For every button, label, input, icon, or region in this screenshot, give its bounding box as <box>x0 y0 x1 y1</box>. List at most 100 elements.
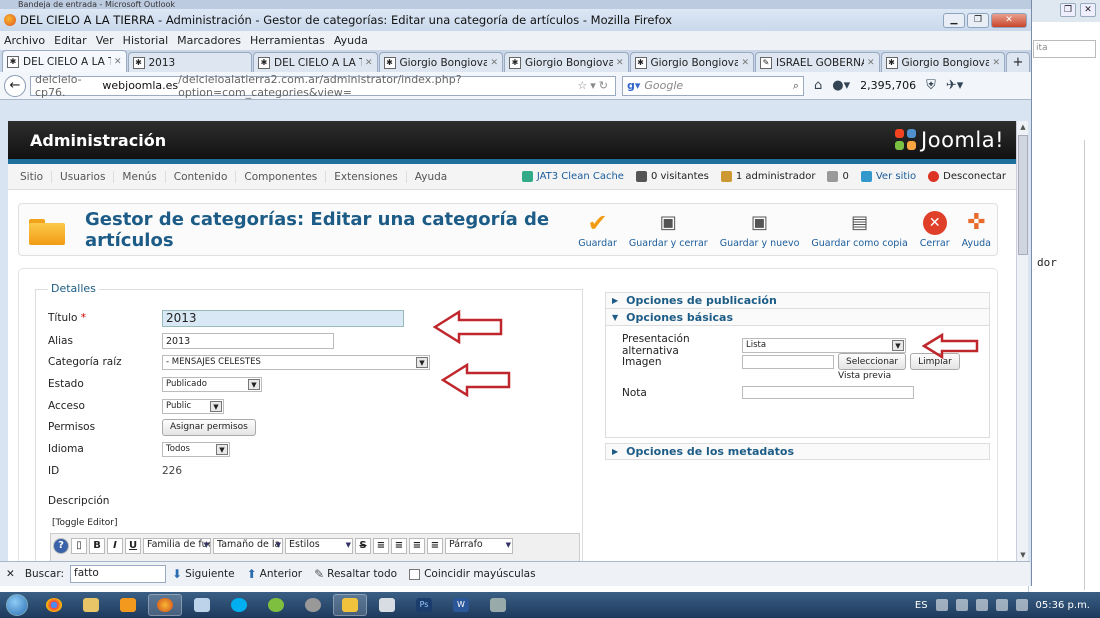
clock[interactable]: 05:36 p.m. <box>1036 600 1090 611</box>
media-player-taskbar-icon[interactable] <box>111 594 145 616</box>
new-document-icon[interactable]: ▯ <box>71 538 87 554</box>
help-button[interactable]: ✜ Ayuda <box>962 210 991 249</box>
scroll-thumb[interactable] <box>1018 135 1028 255</box>
select-image-button[interactable]: Seleccionar <box>838 353 907 370</box>
network-icon[interactable] <box>935 599 948 611</box>
menu-marcadores[interactable]: Marcadores <box>177 34 241 47</box>
menu-herramientas[interactable]: Herramientas <box>250 34 325 47</box>
help-icon[interactable]: ? <box>53 538 69 554</box>
align-right-icon[interactable]: ≡ <box>427 538 443 554</box>
publishing-options-header[interactable]: ▶ Opciones de publicación <box>605 292 990 309</box>
tab-close-icon[interactable]: ✕ <box>992 58 1000 68</box>
parent-select[interactable]: - MENSAJES CELESTES ▼ <box>162 354 430 370</box>
skype-taskbar-icon[interactable] <box>222 594 256 616</box>
background-scrollbar[interactable] <box>1084 140 1096 590</box>
menu-usuarios[interactable]: Usuarios <box>52 170 115 183</box>
chrome-taskbar-icon[interactable] <box>37 594 71 616</box>
minimize-icon[interactable]: ▁ <box>943 12 965 28</box>
menu-menus[interactable]: Menús <box>114 170 166 183</box>
ie-taskbar-icon[interactable] <box>259 594 293 616</box>
menu-extensiones[interactable]: Extensiones <box>326 170 407 183</box>
maximize-icon[interactable]: ❐ <box>967 12 989 28</box>
background-search-field[interactable]: ita <box>1033 40 1096 58</box>
restore-icon[interactable]: ❐ <box>1060 3 1076 17</box>
back-icon[interactable]: ← <box>4 74 26 97</box>
menu-archivo[interactable]: Archivo <box>4 34 45 47</box>
state-select[interactable]: Publicado ▼ <box>162 376 262 392</box>
highlight-all-button[interactable]: ✎ Resaltar todo <box>314 567 397 581</box>
addon-icon[interactable]: ●▾ <box>832 78 850 93</box>
tab-close-icon[interactable]: ✕ <box>616 58 624 68</box>
menu-sitio[interactable]: Sitio <box>12 170 53 183</box>
explorer-taskbar-icon[interactable] <box>74 594 108 616</box>
tool-taskbar-icon[interactable] <box>481 594 515 616</box>
find-next-button[interactable]: ⬇ Siguiente <box>172 567 235 581</box>
tab-5[interactable]: ✱Giorgio Bongiovan...✕ <box>504 52 629 72</box>
menu-historial[interactable]: Historial <box>123 34 168 47</box>
scroll-down-icon[interactable]: ▼ <box>1018 551 1028 559</box>
toggle-editor-link[interactable]: [Toggle Editor] <box>52 518 117 528</box>
language-indicator[interactable]: ES <box>915 600 928 611</box>
photoshop-taskbar-icon[interactable]: Ps <box>407 594 441 616</box>
tab-close-icon[interactable]: ✕ <box>741 58 749 68</box>
tab-6[interactable]: ✱Giorgio Bongiovan...✕ <box>629 52 754 72</box>
close-window-icon[interactable]: ✕ <box>991 12 1027 28</box>
firefox-taskbar-icon[interactable] <box>148 594 182 616</box>
menu-ayuda-joomla[interactable]: Ayuda <box>407 171 455 183</box>
files-taskbar-icon[interactable] <box>370 594 404 616</box>
find-previous-button[interactable]: ⬆ Anterior <box>247 567 302 581</box>
shield-icon[interactable]: ⛨ <box>926 78 936 93</box>
strikethrough-icon[interactable]: S <box>355 538 371 554</box>
close-button[interactable]: ✕ Cerrar <box>920 210 950 249</box>
assign-permissions-button[interactable]: Asignar permisos <box>162 418 256 436</box>
bold-icon[interactable]: B <box>89 538 105 554</box>
home-icon[interactable]: ⌂ <box>814 78 822 93</box>
metadata-options-header[interactable]: ▶ Opciones de los metadatos <box>605 443 990 460</box>
outlook-taskbar-icon[interactable] <box>333 594 367 616</box>
tab-4[interactable]: ✱Giorgio Bongiovan...✕ <box>378 52 503 72</box>
image-input[interactable] <box>742 354 834 369</box>
new-tab-button[interactable]: + <box>1006 52 1030 72</box>
match-case-checkbox[interactable]: Coincidir mayúsculas <box>409 568 536 580</box>
find-input[interactable]: fatto <box>70 565 167 583</box>
tab-7[interactable]: ✎ISRAEL GOBERNAD...✕ <box>755 52 880 72</box>
start-button[interactable] <box>0 592 34 618</box>
clean-cache-link[interactable]: JAT3 Clean Cache <box>521 171 624 182</box>
note-input[interactable] <box>742 386 914 399</box>
justify-icon[interactable]: ≡ <box>373 538 389 554</box>
alias-input[interactable]: 2013 <box>162 333 334 349</box>
menu-editar[interactable]: Editar <box>54 34 87 47</box>
align-left-icon[interactable]: ≡ <box>409 538 425 554</box>
language-select[interactable]: Todos ▼ <box>162 441 230 457</box>
bookmark-star-icon[interactable]: ☆▾↻ <box>577 79 611 92</box>
tab-2[interactable]: ✱ 2013 <box>127 52 252 72</box>
underline-icon[interactable]: U <box>125 538 141 554</box>
magnifier-icon[interactable]: ⌕ <box>793 79 799 93</box>
menu-contenido[interactable]: Contenido <box>166 170 237 183</box>
close-icon[interactable]: ✕ <box>1080 3 1096 17</box>
logout-link[interactable]: Desconectar <box>928 171 1006 182</box>
webcam-taskbar-icon[interactable] <box>296 594 330 616</box>
extension-icon[interactable]: ✈▾ <box>946 78 963 93</box>
tab-close-icon[interactable]: ✕ <box>365 58 373 68</box>
tray-app-icon[interactable] <box>1015 599 1028 611</box>
menu-ver[interactable]: Ver <box>96 34 114 47</box>
tab-close-icon[interactable]: ✕ <box>114 57 122 67</box>
save-new-button[interactable]: ▣ Guardar y nuevo <box>720 211 800 249</box>
tab-close-icon[interactable]: ✕ <box>490 58 498 68</box>
font-family-select[interactable]: Familia de fuer ▼ <box>143 538 211 554</box>
menu-componentes[interactable]: Componentes <box>236 170 327 183</box>
basic-options-header[interactable]: ▼ Opciones básicas <box>605 309 990 326</box>
url-bar[interactable]: delcielo-cp76. webjoomla.es/delcieloalati… <box>30 73 616 99</box>
save-copy-button[interactable]: ▤ Guardar como copia <box>811 211 907 249</box>
title-input[interactable]: 2013 <box>162 309 404 327</box>
notepad-taskbar-icon[interactable] <box>185 594 219 616</box>
signal-icon[interactable] <box>975 599 988 611</box>
tab-8[interactable]: ✱Giorgio Bongiovanni✕ <box>880 52 1005 72</box>
access-select[interactable]: Public ▼ <box>162 398 224 414</box>
tab-3[interactable]: ✱DEL CIELO A LA TIE...✕ <box>253 52 378 72</box>
close-find-icon[interactable]: ✕ <box>6 568 15 580</box>
tab-1[interactable]: ✱DEL CIELO A LA TIE...✕ <box>2 50 127 72</box>
view-site-link[interactable]: Ver sitio <box>860 171 916 182</box>
save-close-button[interactable]: ▣ Guardar y cerrar <box>629 211 708 249</box>
